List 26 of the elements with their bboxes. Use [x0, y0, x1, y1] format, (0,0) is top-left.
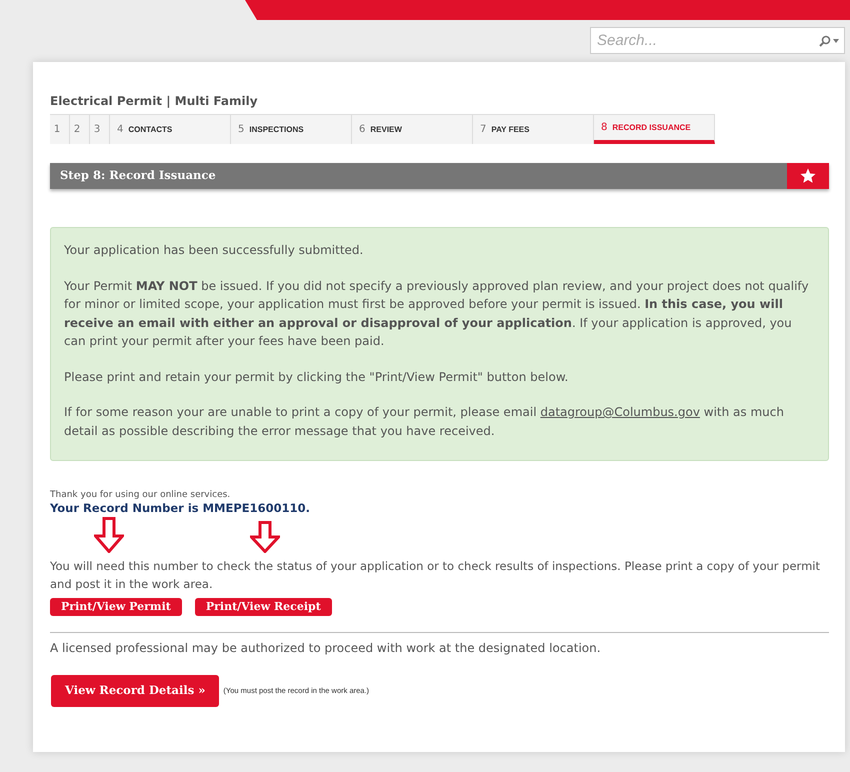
page-title: Electrical Permit | Multi Family: [50, 93, 259, 110]
down-arrow-icon: [250, 521, 280, 553]
message-paragraph: Please print and retain your permit by clicking the "Print/View Permit" button below.: [64, 368, 570, 386]
step-header-title: Step 8: Record Issuance: [59, 167, 217, 184]
step-tab[interactable]: 3: [90, 114, 110, 144]
step-tab[interactable]: 2: [70, 114, 90, 144]
step-tab[interactable]: 7 PAY FEES: [473, 114, 594, 144]
search-icon[interactable]: [818, 35, 840, 47]
thank-you-text: Thank you for using our online services.: [50, 489, 232, 501]
step-tab[interactable]: 4 CONTACTS: [110, 114, 231, 144]
record-number: Your Record Number is MMEPE1600110.: [50, 501, 312, 515]
message-paragraph: Your application has been successfully submitted.: [64, 242, 364, 259]
step-tab[interactable]: 6 REVIEW: [352, 114, 473, 144]
message-paragraph: If for some reason your are unable to print a copy of your permit, please email datagroup@Columbus.gov with as much detail as possible describing the error message that you have received.: [64, 404, 785, 440]
instructions-text: You will need this number to check the status of your application or to check results of inspections. Please print a copy of your permit and post it in the work area.: [50, 558, 821, 593]
licensed-note: A licensed professional may be authorized to proceed with work at the designated location.: [50, 640, 602, 656]
step-tab[interactable]: 1: [50, 114, 70, 144]
message-paragraph: Your Permit MAY NOT be issued. If you did not specify a previously approved plan review, and your project does not qualify for minor or limited scope, your application must first be approved before your permit is issued. In this case, you will receive an email with either an approval or disapproval of your application. If your application is approved, you can print your permit after your fees have been paid.: [64, 278, 810, 350]
view-record-details-button[interactable]: View Record Details »: [51, 675, 220, 707]
print-view-button[interactable]: Print/View Receipt: [194, 598, 332, 616]
email-link[interactable]: datagroup@Columbus.gov: [540, 405, 700, 419]
print-view-button[interactable]: Print/View Permit: [50, 598, 182, 616]
step-tab[interactable]: 8 RECORD ISSUANCE: [594, 114, 715, 144]
step-tab[interactable]: 5 INSPECTIONS: [231, 114, 352, 144]
search-field[interactable]: Search...: [590, 27, 845, 54]
down-arrow-icon: [94, 517, 124, 553]
